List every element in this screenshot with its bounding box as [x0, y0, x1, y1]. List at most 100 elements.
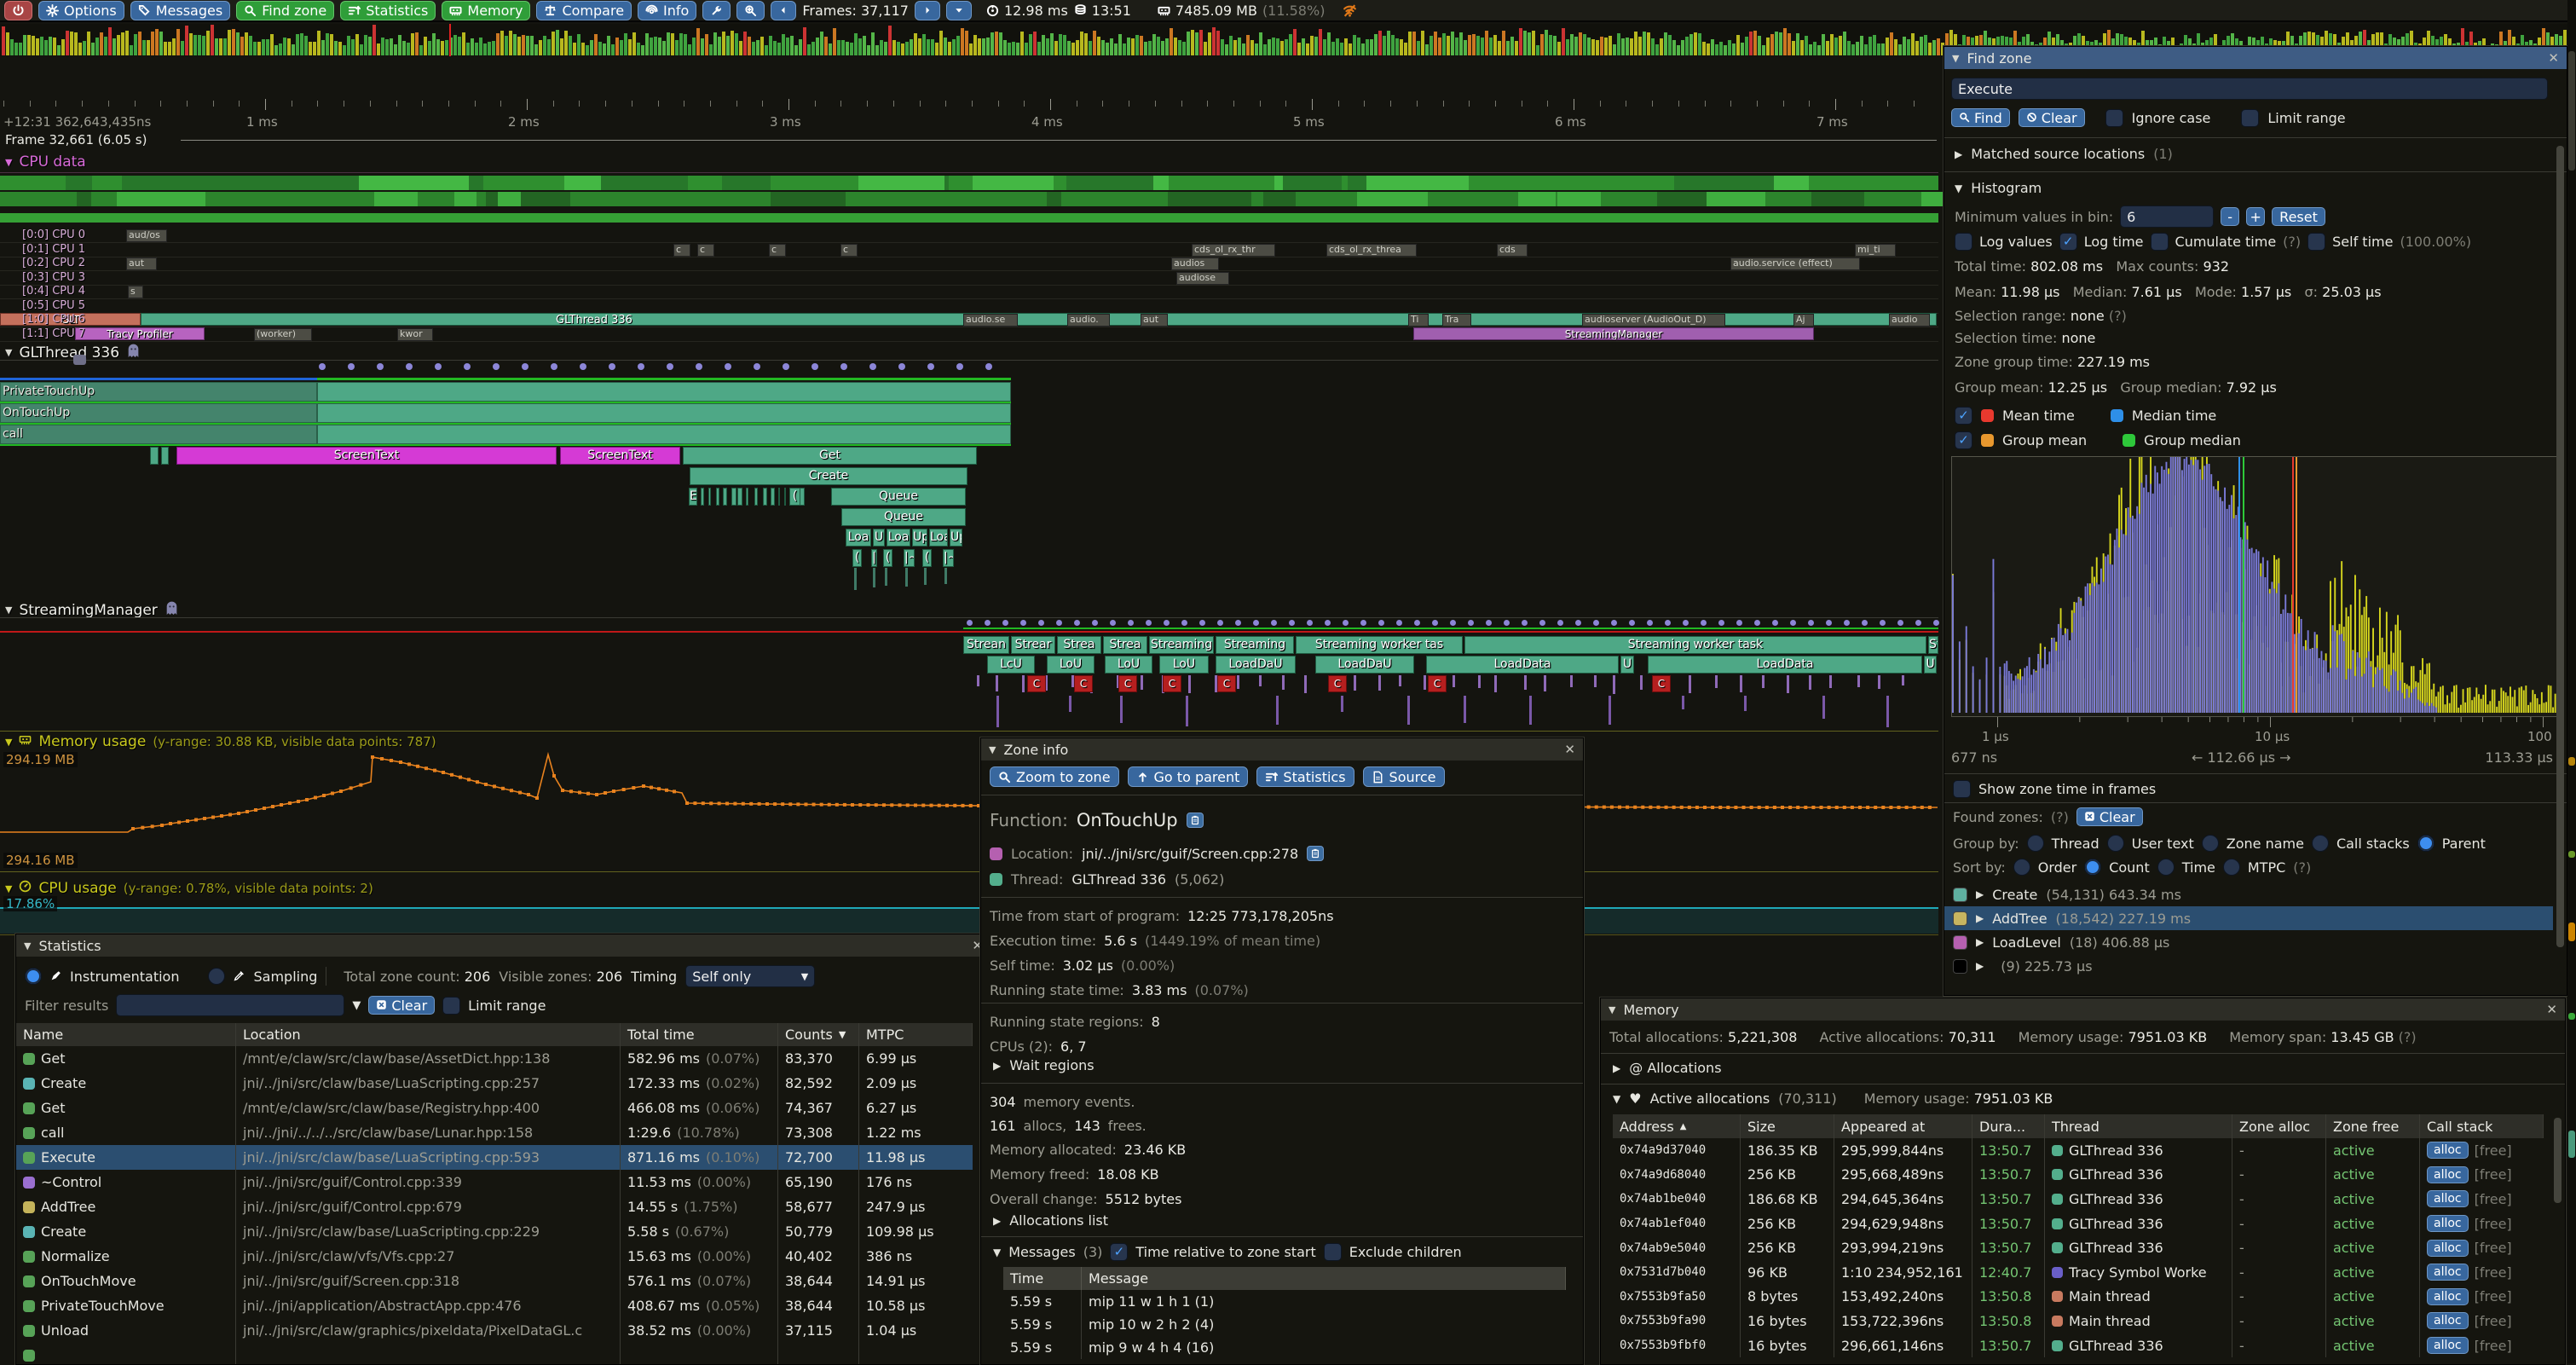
message-dot[interactable]: [1593, 620, 1599, 626]
next-frame-button[interactable]: [915, 1, 940, 20]
table-row[interactable]: [16, 1343, 973, 1365]
message-dot[interactable]: [956, 363, 963, 370]
message-dot[interactable]: [869, 363, 876, 370]
collapse-caret-icon[interactable]: ▼: [5, 883, 12, 894]
close-icon[interactable]: ✕: [1564, 742, 1575, 757]
message-dot[interactable]: [1772, 620, 1778, 626]
clipboard-icon[interactable]: [1307, 846, 1324, 862]
alloc-callstack-button[interactable]: alloc: [2427, 1337, 2469, 1354]
table-row[interactable]: Createjni/../jni/src/claw/base/LuaScript…: [16, 1219, 973, 1244]
cpu-fragment[interactable]: aud/os: [126, 229, 167, 242]
cpu-fragment[interactable]: audio: [1889, 314, 1930, 327]
statistics-button[interactable]: Statistics: [340, 1, 436, 20]
failed-zone[interactable]: C: [1118, 675, 1137, 692]
timeline-zone[interactable]: LoU: [1159, 656, 1209, 674]
power-button[interactable]: [4, 1, 32, 20]
timeline-zone[interactable]: Up: [950, 529, 962, 547]
failed-zone[interactable]: C: [1027, 675, 1046, 692]
cpu-zone-block[interactable]: Tracy Profiler: [75, 327, 205, 340]
frame-label[interactable]: Frame 32,661 (6.05 s): [5, 132, 147, 147]
message-dot[interactable]: [1468, 620, 1474, 626]
table-row[interactable]: 0x74a9d37040186.35 KB295,999,844ns13:50.…: [1613, 1138, 2544, 1163]
tiny-zone[interactable]: [708, 488, 711, 506]
message-dot[interactable]: [725, 363, 731, 370]
timeline-zone[interactable]: LoadDaU: [1315, 656, 1414, 674]
message-dot[interactable]: [1880, 620, 1886, 626]
cpu-core-row[interactable]: aud/os[0:0] CPU 0: [0, 228, 1938, 243]
cpu-fragment[interactable]: c: [769, 244, 786, 257]
table-row[interactable]: Normalizejni/../jni/src/claw/vfs/Vfs.cpp…: [16, 1244, 973, 1269]
table-row[interactable]: Unloadjni/../jni/src/claw/graphics/pixel…: [16, 1318, 973, 1343]
message-dot[interactable]: [754, 363, 760, 370]
log-values-checkbox[interactable]: [1955, 233, 1972, 251]
radio-mtpc[interactable]: [2223, 859, 2240, 876]
message-dot[interactable]: [1074, 620, 1080, 626]
alloc-callstack-button[interactable]: alloc: [2427, 1312, 2469, 1329]
alloc-callstack-button[interactable]: alloc: [2427, 1190, 2469, 1207]
find-zone-search-input[interactable]: [1951, 78, 2548, 100]
timeline-zone[interactable]: Strear: [1011, 636, 1055, 654]
cumulate-time-checkbox[interactable]: [2151, 233, 2169, 251]
filter-input[interactable]: [116, 994, 344, 1016]
alloc-callstack-button[interactable]: alloc: [2427, 1166, 2469, 1183]
messages-button[interactable]: Messages: [130, 1, 230, 20]
column-header[interactable]: Thread: [2045, 1114, 2232, 1138]
ignore-case-checkbox[interactable]: [2105, 109, 2123, 127]
column-header[interactable]: Dura...: [1972, 1114, 2045, 1138]
min-bin-input[interactable]: 6: [2120, 205, 2214, 228]
timeline-zone[interactable]: (: [922, 549, 932, 567]
message-dot[interactable]: [985, 363, 992, 370]
message-dot[interactable]: [1557, 620, 1563, 626]
radio-parent[interactable]: [2417, 835, 2434, 852]
memory-plot-header[interactable]: ▼ Memory usage (y-range: 30.88 KB, visib…: [5, 733, 436, 750]
message-dot[interactable]: [1092, 620, 1098, 626]
cpu-core-row[interactable]: Tracy ProfilerStreamingManager(worker)kw…: [0, 327, 1938, 342]
table-row[interactable]: 0x7553b9fbf016 bytes296,661,146ns13:50.7…: [1613, 1333, 2544, 1358]
message-dot[interactable]: [1665, 620, 1671, 626]
cpu-fragment[interactable]: Tra: [1442, 314, 1471, 327]
collapse-caret-icon[interactable]: ▼: [1609, 1004, 1615, 1015]
message-dot[interactable]: [927, 363, 934, 370]
message-dot[interactable]: [1253, 620, 1259, 626]
failed-zone[interactable]: C: [1428, 675, 1447, 692]
message-dot[interactable]: [1504, 620, 1510, 626]
cpu-fragment[interactable]: aut: [1141, 314, 1168, 327]
timeline-zone[interactable]: Loa: [846, 529, 871, 547]
failed-zone[interactable]: C: [1163, 675, 1181, 692]
memory-titlebar[interactable]: ▼ Memory ✕: [1601, 998, 2565, 1021]
zoom-to-zone-button[interactable]: Zoom to zone: [990, 766, 1119, 787]
message-dot[interactable]: [609, 363, 615, 370]
timeline-zone[interactable]: (: [852, 549, 862, 567]
timeline-zone[interactable]: LoU: [1105, 656, 1152, 674]
frame-menu-button[interactable]: [946, 1, 972, 20]
cpu-fragment[interactable]: aut: [126, 257, 157, 270]
table-row[interactable]: 0x7553b9fa508 bytes153,492,240ns13:50.8M…: [1613, 1285, 2544, 1310]
timeline-zone[interactable]: (: [883, 549, 892, 567]
column-header[interactable]: Message: [1082, 1267, 1566, 1290]
show-zone-time-checkbox[interactable]: [1953, 780, 1971, 798]
column-header[interactable]: Time: [1003, 1267, 1082, 1290]
message-dot[interactable]: [1325, 620, 1331, 626]
message-dot[interactable]: [348, 363, 355, 370]
info-button[interactable]: Info: [638, 1, 696, 20]
timeline-zone[interactable]: Strea: [1103, 636, 1147, 654]
timeline-zone[interactable]: U: [1620, 656, 1634, 674]
timeline-zone[interactable]: (: [789, 488, 800, 506]
cpu-core-row[interactable]: audiose[0:3] CPU 3: [0, 271, 1938, 286]
allocations-expander[interactable]: ▶@ Allocations: [1613, 1060, 1722, 1076]
statistics-table-header[interactable]: NameLocationTotal timeCounts ▼MTPC: [16, 1023, 973, 1046]
table-row[interactable]: Createjni/../jni/src/claw/base/LuaScript…: [16, 1071, 973, 1096]
timeline-zone[interactable]: U: [1924, 656, 1937, 674]
prev-frame-button[interactable]: [771, 1, 796, 20]
message-dot[interactable]: [1450, 620, 1456, 626]
messages-expander[interactable]: ▼: [993, 1246, 1001, 1258]
timeline-zone[interactable]: |: [871, 549, 877, 567]
wait-regions-expander[interactable]: ▶Wait regions: [993, 1057, 1095, 1073]
column-header[interactable]: MTPC: [859, 1023, 973, 1046]
message-dot[interactable]: [1307, 620, 1313, 626]
glthread-message-dots[interactable]: [0, 361, 1938, 372]
table-row[interactable]: Get/mnt/e/claw/src/claw/base/AssetDict.h…: [16, 1046, 973, 1071]
message-dot[interactable]: [696, 363, 702, 370]
message-dot[interactable]: [1754, 620, 1760, 626]
close-icon[interactable]: ✕: [2548, 50, 2559, 66]
